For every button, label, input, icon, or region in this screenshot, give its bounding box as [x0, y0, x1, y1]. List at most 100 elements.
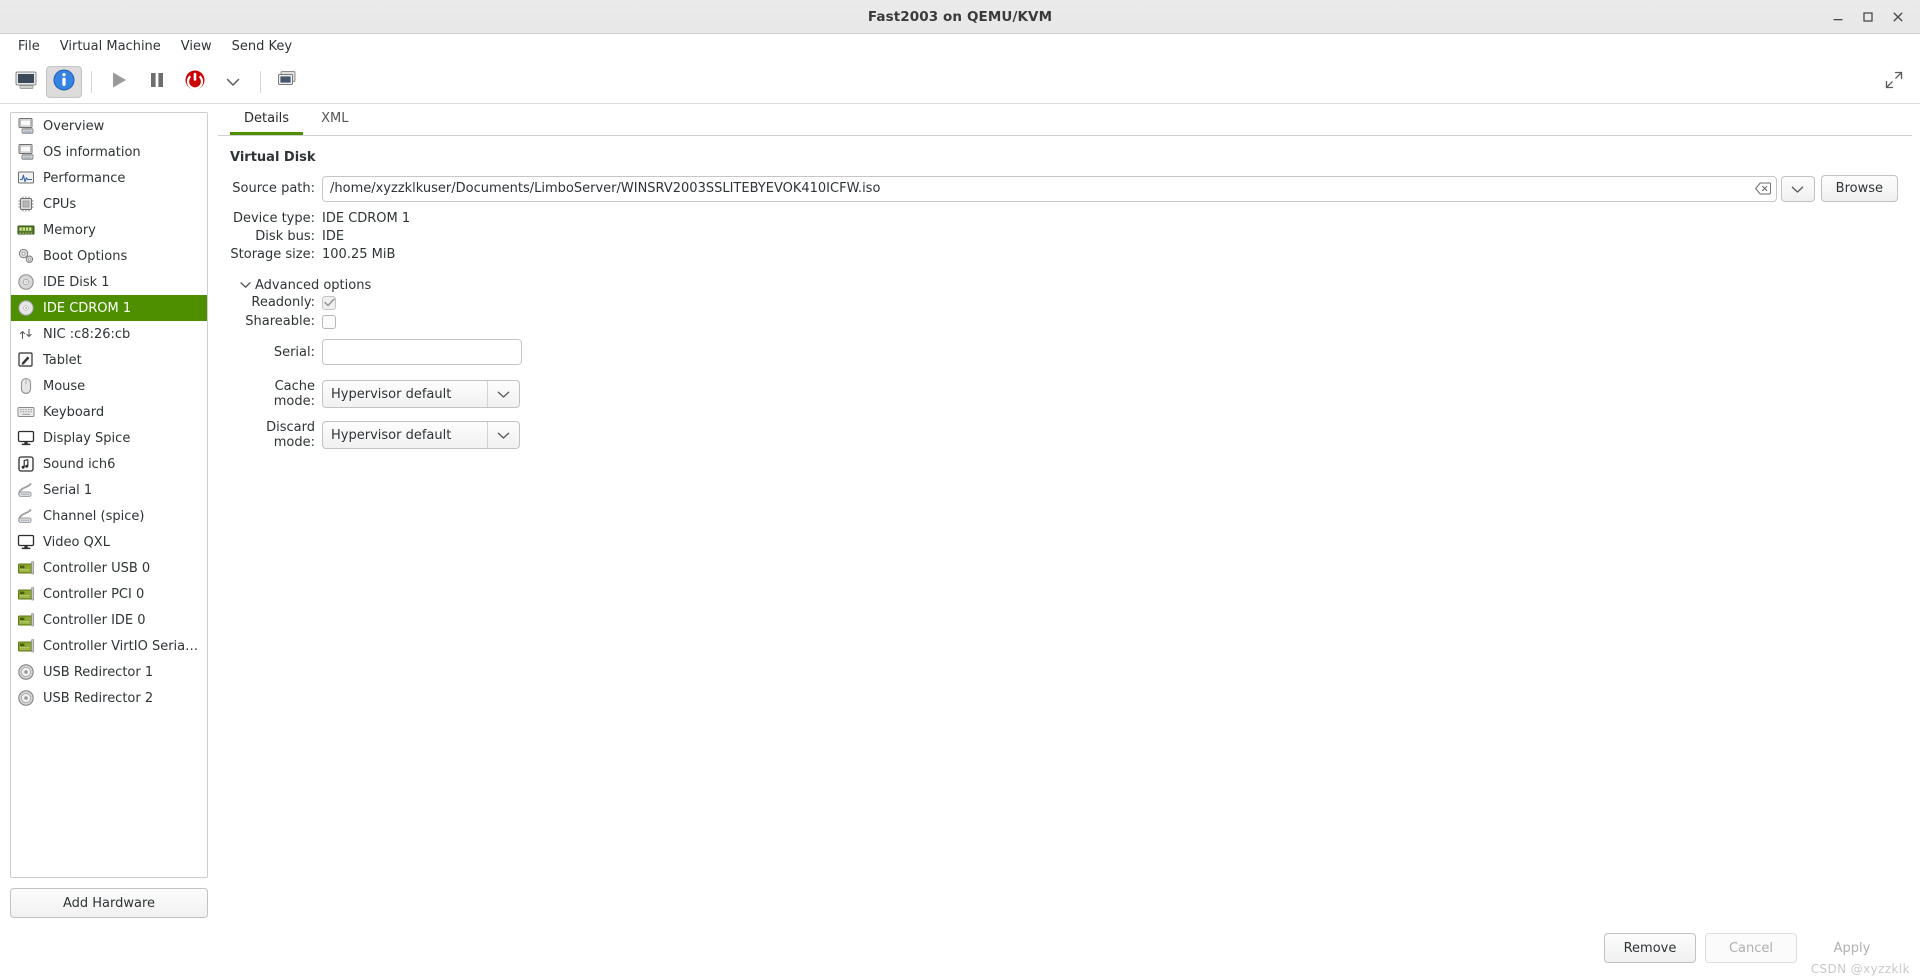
controller-icon [17, 559, 35, 577]
menu-send-key[interactable]: Send Key [222, 37, 302, 56]
show-console-button[interactable] [8, 66, 44, 98]
discard-mode-label: Discard mode: [266, 420, 315, 450]
sidebar-item-nic-c8-26-cb[interactable]: NIC :c8:26:cb [11, 321, 207, 347]
controller-icon [17, 637, 35, 655]
cache-mode-select[interactable]: Hypervisor default [322, 380, 520, 408]
sidebar-item-boot-options[interactable]: Boot Options [11, 243, 207, 269]
run-button[interactable] [101, 66, 137, 98]
controller-icon [17, 611, 35, 629]
mouse-icon [17, 377, 35, 395]
sidebar-item-label: Memory [43, 222, 96, 238]
cancel-button[interactable]: Cancel [1705, 933, 1797, 963]
sidebar-item-label: IDE CDROM 1 [43, 300, 132, 316]
readonly-label: Readonly: [251, 295, 315, 310]
sidebar-item-controller-ide-0[interactable]: Controller IDE 0 [11, 607, 207, 633]
remove-button[interactable]: Remove [1604, 933, 1696, 963]
cache-mode-row: Cache mode: Hypervisor default [230, 379, 1912, 409]
info-icon [52, 68, 76, 96]
watermark: CSDN @xyzzklk [1810, 962, 1910, 976]
cdrom-icon [17, 299, 35, 317]
minimize-button[interactable] [1824, 3, 1852, 31]
serial-icon [17, 507, 35, 525]
sidebar-item-controller-usb-0[interactable]: Controller USB 0 [11, 555, 207, 581]
sidebar-item-serial-1[interactable]: Serial 1 [11, 477, 207, 503]
clear-icon[interactable] [1752, 178, 1774, 200]
sidebar-item-overview[interactable]: Overview [11, 113, 207, 139]
sidebar-item-controller-virtio-serial-0[interactable]: Controller VirtIO Serial 0 [11, 633, 207, 659]
menu-virtual-machine[interactable]: Virtual Machine [50, 37, 171, 56]
device-type-row: Device type: IDE CDROM 1 [230, 211, 1912, 226]
monitor-icon [15, 71, 37, 93]
disk-icon [17, 273, 35, 291]
sidebar-item-label: Display Spice [43, 430, 131, 446]
menu-file[interactable]: File [8, 37, 50, 56]
hardware-list[interactable]: Overview OS information Performance CPUs Mem… [10, 112, 208, 878]
maximize-button[interactable] [1854, 3, 1882, 31]
source-path-value: /home/xyzzklkuser/Documents/LimboServer/… [330, 181, 881, 196]
sidebar-item-controller-pci-0[interactable]: Controller PCI 0 [11, 581, 207, 607]
sidebar-item-usb-redirector-2[interactable]: USB Redirector 2 [11, 685, 207, 711]
sidebar-item-label: OS information [43, 144, 141, 160]
sidebar-item-video-qxl[interactable]: Video QXL [11, 529, 207, 555]
advanced-options-expander[interactable]: Advanced options [240, 278, 1912, 293]
chevron-down-icon [487, 381, 519, 407]
sidebar-item-label: Controller VirtIO Serial 0 [43, 638, 201, 654]
sidebar-item-label: Boot Options [43, 248, 128, 264]
sidebar-item-mouse[interactable]: Mouse [11, 373, 207, 399]
sidebar-item-keyboard[interactable]: Keyboard [11, 399, 207, 425]
source-path-row: Source path: /home/xyzzklkuser/Documents… [230, 175, 1912, 202]
hardware-sidebar: Overview OS information Performance CPUs Mem… [0, 104, 218, 926]
memory-icon [17, 221, 35, 239]
apply-button[interactable]: Apply [1806, 933, 1898, 963]
computer-icon [17, 117, 35, 135]
menu-view[interactable]: View [171, 37, 222, 56]
serial-row: Serial: [230, 339, 1912, 365]
sidebar-item-channel-spice[interactable]: Channel (spice) [11, 503, 207, 529]
sidebar-item-ide-disk-1[interactable]: IDE Disk 1 [11, 269, 207, 295]
sidebar-item-label: Overview [43, 118, 105, 134]
close-button[interactable] [1884, 3, 1912, 31]
add-hardware-button[interactable]: Add Hardware [10, 888, 208, 918]
source-path-input[interactable]: /home/xyzzklkuser/Documents/LimboServer/… [322, 175, 1777, 202]
sidebar-item-label: IDE Disk 1 [43, 274, 110, 290]
display-icon [17, 429, 35, 447]
display-icon [17, 533, 35, 551]
source-path-dropdown-button[interactable] [1780, 175, 1815, 202]
sidebar-item-memory[interactable]: Memory [11, 217, 207, 243]
sidebar-item-usb-redirector-1[interactable]: USB Redirector 1 [11, 659, 207, 685]
discard-mode-select[interactable]: Hypervisor default [322, 421, 520, 449]
tab-details[interactable]: Details [230, 107, 304, 135]
sidebar-item-label: Serial 1 [43, 482, 93, 498]
sidebar-item-label: USB Redirector 1 [43, 664, 154, 680]
toolbar-separator-2 [260, 70, 261, 93]
sidebar-item-cpus[interactable]: CPUs [11, 191, 207, 217]
shutdown-button[interactable] [177, 66, 213, 98]
source-path-label: Source path: [232, 181, 315, 196]
discard-mode-value: Hypervisor default [331, 427, 452, 443]
snapshots-button[interactable] [270, 66, 306, 98]
sidebar-item-ide-cdrom-1[interactable]: IDE CDROM 1 [11, 295, 207, 321]
device-type-label: Device type: [232, 211, 315, 226]
network-icon [17, 325, 35, 343]
serial-label: Serial: [273, 344, 315, 360]
tab-xml[interactable]: XML [307, 107, 362, 135]
shareable-checkbox[interactable] [322, 314, 336, 329]
sidebar-item-label: Performance [43, 170, 126, 186]
sidebar-item-tablet[interactable]: Tablet [11, 347, 207, 373]
device-type-value: IDE CDROM 1 [322, 211, 411, 226]
show-details-button[interactable] [46, 65, 82, 98]
details-panel: Details XML Virtual Disk Source path: /h… [218, 104, 1920, 926]
browse-button[interactable]: Browse [1820, 175, 1898, 202]
storage-size-label: Storage size: [230, 247, 315, 262]
serial-input[interactable] [322, 339, 522, 365]
sidebar-item-display-spice[interactable]: Display Spice [11, 425, 207, 451]
sidebar-item-sound-ich6[interactable]: Sound ich6 [11, 451, 207, 477]
shutdown-menu-button[interactable] [215, 66, 251, 98]
readonly-checkbox[interactable] [322, 295, 336, 310]
sidebar-item-performance[interactable]: Performance [11, 165, 207, 191]
fullscreen-button[interactable] [1876, 66, 1912, 98]
sidebar-item-os-information[interactable]: OS information [11, 139, 207, 165]
pause-button[interactable] [139, 66, 175, 98]
serial-icon [17, 481, 35, 499]
sidebar-item-label: Controller IDE 0 [43, 612, 146, 628]
